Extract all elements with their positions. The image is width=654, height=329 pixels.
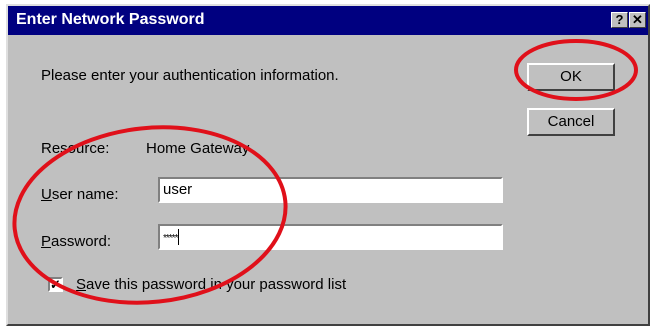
dialog-title: Enter Network Password — [16, 11, 205, 28]
password-label: Password: — [41, 233, 111, 250]
password-masked-value: ***** — [163, 233, 179, 244]
resource-label: Resource: — [41, 140, 110, 157]
password-input[interactable]: ***** — [158, 224, 503, 250]
prompt-text: Please enter your authentication informa… — [41, 67, 339, 84]
save-password-label[interactable]: Save this password in your password list — [76, 276, 346, 293]
password-label-text: assword: — [51, 233, 112, 250]
username-input[interactable]: user — [158, 177, 503, 203]
help-button[interactable]: ? — [611, 12, 628, 28]
save-password-checkbox[interactable]: ✓ — [48, 277, 63, 292]
save-label-accelerator: S — [76, 276, 87, 293]
close-button[interactable]: ✕ — [629, 12, 646, 28]
cancel-button[interactable]: Cancel — [527, 108, 615, 136]
username-label-accelerator: U — [41, 186, 52, 203]
network-password-dialog: Enter Network Password ? ✕ Please enter … — [6, 4, 650, 326]
password-label-accelerator: P — [41, 233, 52, 250]
resource-value: Home Gateway — [146, 140, 250, 157]
title-bar[interactable]: Enter Network Password ? ✕ — [8, 6, 648, 35]
username-label-text: ser name: — [51, 186, 119, 203]
ok-button[interactable]: OK — [527, 63, 615, 91]
save-label-text: ave this password in your password list — [86, 276, 347, 293]
username-label: User name: — [41, 186, 119, 203]
text-caret — [178, 229, 180, 246]
